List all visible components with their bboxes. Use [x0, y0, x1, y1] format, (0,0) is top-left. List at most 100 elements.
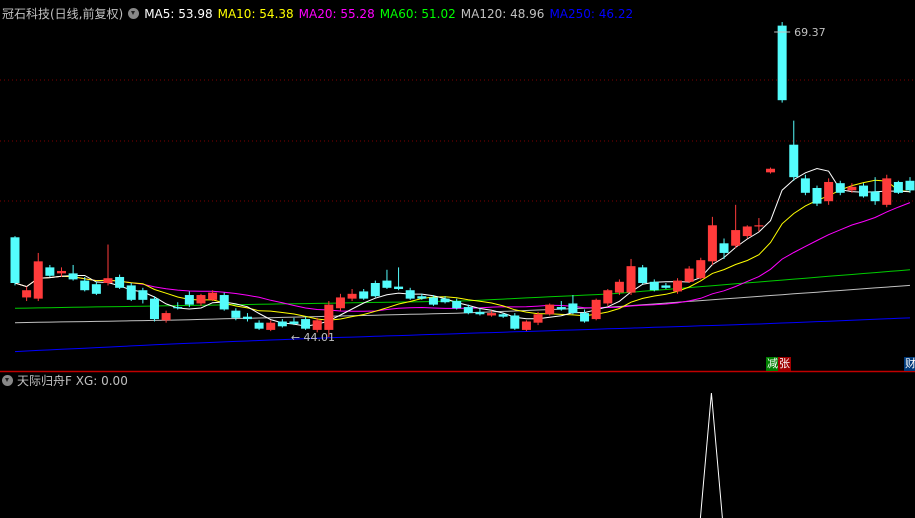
candle-down — [45, 267, 55, 276]
candle-up — [487, 313, 497, 316]
ma60-label: MA60: 51.02 — [379, 7, 456, 21]
candle-up — [335, 297, 345, 309]
indicator-value: XG: 0.00 — [75, 374, 128, 388]
candle-up — [324, 304, 334, 330]
candle-up — [766, 168, 776, 173]
candle-up — [603, 290, 613, 304]
candle-down — [254, 322, 264, 329]
candle-down — [359, 291, 369, 299]
candle-down — [649, 281, 659, 291]
candle-up — [196, 295, 206, 304]
xg-signal-spike — [699, 392, 723, 518]
ma10-label: MA10: 54.38 — [217, 7, 294, 21]
candle-down — [80, 280, 90, 291]
candle-down — [440, 298, 450, 303]
candle-down — [789, 144, 799, 178]
ma10-line — [14, 179, 911, 321]
candle-down — [870, 191, 880, 202]
candle-up — [684, 268, 694, 282]
dropdown-circle-icon[interactable] — [128, 8, 140, 19]
candle-down — [905, 180, 915, 191]
tag-cai[interactable]: 财 — [904, 357, 915, 371]
high-price-label: 69.37 — [794, 26, 826, 39]
ma20-label: MA20: 55.28 — [298, 7, 375, 21]
candle-down — [835, 183, 845, 193]
candle-down — [91, 284, 101, 294]
stock-title: 冠石科技(日线,前复权) — [2, 7, 124, 21]
candle-down — [638, 267, 648, 283]
ma5-label: MA5: 53.98 — [144, 7, 213, 21]
indicator-header: 天际归舟F XG: 0.00 — [2, 374, 128, 388]
candle-up — [266, 322, 276, 330]
candle-down — [173, 307, 183, 309]
candle-up — [882, 178, 892, 205]
candle-up — [696, 260, 706, 279]
candle-down — [498, 314, 508, 317]
candle-down — [580, 313, 590, 322]
candle-down — [777, 25, 787, 101]
low-price-label: ← 44.01 — [291, 331, 335, 344]
candle-up — [33, 261, 43, 299]
candle-down — [219, 295, 229, 310]
candle-down — [475, 311, 485, 315]
candle-up — [103, 278, 113, 283]
candle-down — [568, 303, 578, 314]
ma250-label: MA250: 46.22 — [549, 7, 634, 21]
candle-up — [545, 304, 555, 315]
candle-down — [289, 321, 299, 324]
candle-down — [893, 181, 903, 193]
candle-up — [22, 290, 32, 298]
candle-up — [347, 293, 357, 299]
kline-chart: 69.37 ← 44.01 — [0, 22, 915, 518]
candle-down — [138, 290, 148, 300]
candle-up — [824, 181, 834, 202]
candle-down — [68, 273, 78, 280]
dropdown-circle-icon[interactable] — [2, 375, 13, 386]
candle-down — [463, 307, 473, 314]
candle-up — [533, 314, 543, 323]
candle-up — [626, 266, 636, 293]
ma120-label: MA120: 48.96 — [460, 7, 545, 21]
candle-down — [719, 243, 729, 253]
candle-down — [126, 285, 136, 300]
ma60-line — [14, 269, 911, 309]
main-chart-header: 冠石科技(日线,前复权) MA5: 53.98 MA10: 54.38 MA20: 5… — [2, 7, 638, 21]
ma250-line — [14, 317, 911, 353]
candle-down — [812, 187, 822, 204]
candle-up — [754, 225, 764, 227]
candle-down — [428, 297, 438, 305]
candle-down — [394, 286, 404, 290]
candle-down — [452, 301, 462, 309]
candle-up — [161, 313, 171, 321]
candle-down — [149, 298, 159, 320]
candle-down — [405, 290, 415, 299]
candle-down — [510, 315, 520, 329]
candle-down — [301, 319, 311, 329]
candle-down — [242, 316, 252, 320]
candle-up — [731, 230, 741, 246]
candle-down — [417, 296, 427, 299]
tag-zhang[interactable]: 张 — [778, 357, 791, 371]
candle-down — [661, 285, 671, 288]
ma5-line — [14, 167, 911, 327]
candle-up — [591, 299, 601, 320]
candle-up — [56, 270, 66, 274]
candle-up — [521, 321, 531, 330]
candle-up — [614, 281, 624, 293]
candle-up — [707, 225, 717, 262]
candle-up — [847, 186, 857, 191]
candle-down — [10, 237, 20, 283]
candle-down — [370, 282, 380, 297]
candle-up — [742, 226, 752, 237]
candle-down — [800, 178, 810, 193]
candle-down — [115, 276, 125, 288]
candle-up — [312, 320, 322, 330]
candle-down — [859, 185, 869, 197]
candle-down — [277, 321, 287, 327]
indicator-title: 天际归舟F — [17, 374, 72, 388]
candle-up — [673, 280, 683, 292]
candle-down — [184, 295, 194, 305]
candle-up — [208, 292, 218, 300]
candle-down — [556, 307, 566, 310]
candle-down — [382, 280, 392, 288]
